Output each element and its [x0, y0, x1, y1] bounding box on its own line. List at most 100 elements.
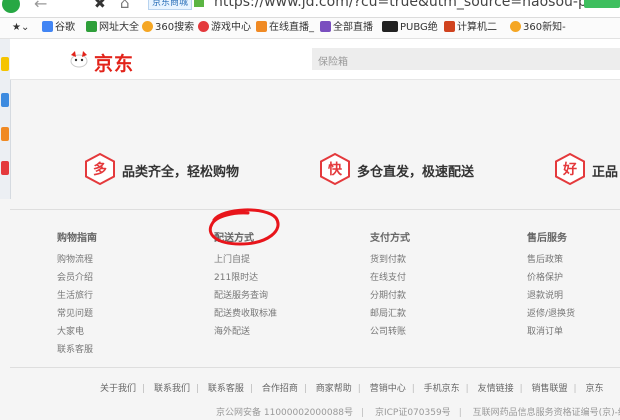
- promise-badge: 好: [563, 162, 577, 178]
- footer-link[interactable]: 京东: [585, 381, 603, 394]
- shield-icon: [320, 21, 331, 32]
- pubg-icon: [382, 21, 398, 32]
- footer-link[interactable]: 常见问题: [57, 305, 97, 323]
- weibo-icon[interactable]: [1, 127, 9, 141]
- globe-icon: [86, 21, 97, 32]
- footer-link[interactable]: 取消订单: [527, 323, 575, 341]
- jd-dog-logo-icon[interactable]: [68, 48, 90, 70]
- separator: |: [519, 384, 523, 394]
- bookmark-games[interactable]: 游戏中心: [198, 21, 251, 35]
- footer-link[interactable]: 手机京东: [424, 381, 460, 394]
- divider: [10, 209, 620, 210]
- bookmark-google[interactable]: 谷歌: [42, 21, 75, 35]
- search-placeholder: 保险箱: [318, 57, 348, 68]
- separator: |: [361, 408, 365, 418]
- bookmark-hao[interactable]: 网址大全: [86, 21, 139, 35]
- footer-link[interactable]: 大家电: [57, 323, 97, 341]
- separator: |: [573, 384, 577, 394]
- bookmark-computer[interactable]: 计算机二: [444, 21, 497, 35]
- live-icon: [256, 21, 267, 32]
- separator: |: [411, 384, 415, 394]
- footer-link[interactable]: 营销中心: [370, 381, 406, 394]
- footer-link[interactable]: 会员介绍: [57, 269, 97, 287]
- footer-link[interactable]: 生活旅行: [57, 287, 97, 305]
- footer-link[interactable]: 购物流程: [57, 251, 97, 269]
- close-icon[interactable]: ✖: [94, 0, 106, 12]
- footer-link-row: 关于我们 | 联系我们 | 联系客服 | 合作招商 | 商家帮助 | 营销中心 | 手机京东…: [100, 381, 603, 394]
- separator: |: [195, 384, 199, 394]
- extension-icon[interactable]: [584, 0, 620, 8]
- circle-icon: [142, 21, 153, 32]
- circle-icon: [510, 21, 521, 32]
- drug-license[interactable]: 互联网药品信息服务资格证编号(京)-经: [473, 408, 620, 418]
- footer-link[interactable]: 销售联盟: [532, 381, 568, 394]
- footer-link[interactable]: 211限时达: [214, 269, 277, 287]
- footer-column-payment: 支付方式 货到付款 在线支付 分期付款 邮局汇款 公司转账: [370, 229, 410, 341]
- footer-link[interactable]: 配送费收取标准: [214, 305, 277, 323]
- footer-link[interactable]: 返修/退换货: [527, 305, 575, 323]
- bookmark-live[interactable]: 在线直播_: [256, 21, 314, 35]
- separator: |: [357, 384, 361, 394]
- forward-arrow-icon[interactable]: ←: [34, 0, 47, 13]
- promise-text: 品类齐全，轻松购物: [122, 165, 240, 180]
- game-icon: [198, 21, 209, 32]
- column-title: 售后服务: [527, 233, 567, 244]
- bookmark-pubg[interactable]: PUBG绝: [382, 21, 438, 35]
- favorite-icon[interactable]: [1, 57, 9, 71]
- url-field[interactable]: https://www.jd.com/?cu=true&utm_source=h…: [214, 0, 620, 10]
- footer-link[interactable]: 配送服务查询: [214, 287, 277, 305]
- annotation-circle: [208, 208, 280, 246]
- jd-logo[interactable]: 京东: [94, 49, 134, 76]
- promise-badge: 多: [93, 162, 107, 178]
- secure-badge-icon: [194, 0, 204, 7]
- bookmark-all-live[interactable]: 全部直播: [320, 21, 373, 35]
- jd-header: 京东 保险箱: [10, 39, 620, 80]
- app-icon[interactable]: [1, 93, 9, 107]
- promise-badge: 快: [328, 162, 342, 178]
- column-title: 支付方式: [370, 233, 410, 244]
- footer-link[interactable]: 在线支付: [370, 269, 410, 287]
- book-icon: [444, 21, 455, 32]
- police-record[interactable]: 京公网安备 11000002000088号: [216, 408, 353, 418]
- site-tag: 京东商城: [148, 0, 193, 10]
- promise-text: 正品: [592, 165, 619, 180]
- footer-link[interactable]: 海外配送: [214, 323, 277, 341]
- footer-link[interactable]: 邮局汇款: [370, 305, 410, 323]
- footer-link[interactable]: 商家帮助: [316, 381, 352, 394]
- footer-link[interactable]: 关于我们: [100, 381, 136, 394]
- star-icon[interactable]: ★⌄: [12, 21, 29, 35]
- footer-link[interactable]: 友情链接: [478, 381, 514, 394]
- footer-link[interactable]: 退款说明: [527, 287, 575, 305]
- footer-link[interactable]: 上门自提: [214, 251, 277, 269]
- promise-text: 多仓直发，极速配送: [357, 165, 475, 180]
- icp-row: 京公网安备 11000002000088号 | 京ICP证070359号 | 互联网…: [216, 405, 620, 418]
- separator: |: [458, 408, 462, 418]
- footer-link[interactable]: 公司转账: [370, 323, 410, 341]
- footer-link[interactable]: 合作招商: [262, 381, 298, 394]
- separator: |: [249, 384, 253, 394]
- icp-license[interactable]: 京ICP证070359号: [375, 408, 451, 418]
- separator: |: [142, 384, 146, 394]
- home-icon[interactable]: ⌂: [120, 0, 130, 12]
- footer-link[interactable]: 货到付款: [370, 251, 410, 269]
- column-title: 购物指南: [57, 233, 97, 244]
- bookmark-360-search[interactable]: 360搜索: [142, 21, 194, 35]
- divider: [10, 367, 620, 368]
- footer-column-shopping-guide: 购物指南 购物流程 会员介绍 生活旅行 常见问题 大家电 联系客服: [57, 229, 97, 359]
- footer-link[interactable]: 联系客服: [208, 381, 244, 394]
- bookmark-360-xinzhi[interactable]: 360新知-: [510, 21, 566, 35]
- footer-link[interactable]: 联系客服: [57, 341, 97, 359]
- bookmarks-bar: ★⌄ 谷歌 网址大全 360搜索 游戏中心 在线直播_ 全部直播 PUBG绝 计…: [0, 18, 620, 39]
- back-button-icon[interactable]: [2, 0, 20, 13]
- footer-link[interactable]: 联系我们: [154, 381, 190, 394]
- search-box[interactable]: 保险箱: [312, 48, 620, 70]
- address-bar: ← ✖ ⌂ 京东商城 https://www.jd.com/?cu=true&u…: [0, 0, 620, 18]
- separator: |: [303, 384, 307, 394]
- footer-link[interactable]: 售后政策: [527, 251, 575, 269]
- google-icon: [42, 21, 53, 32]
- footer-link[interactable]: 分期付款: [370, 287, 410, 305]
- news-icon[interactable]: [1, 161, 9, 175]
- footer-link[interactable]: 价格保护: [527, 269, 575, 287]
- separator: |: [465, 384, 469, 394]
- footer-column-after-sales: 售后服务 售后政策 价格保护 退款说明 返修/退换货 取消订单: [527, 229, 575, 341]
